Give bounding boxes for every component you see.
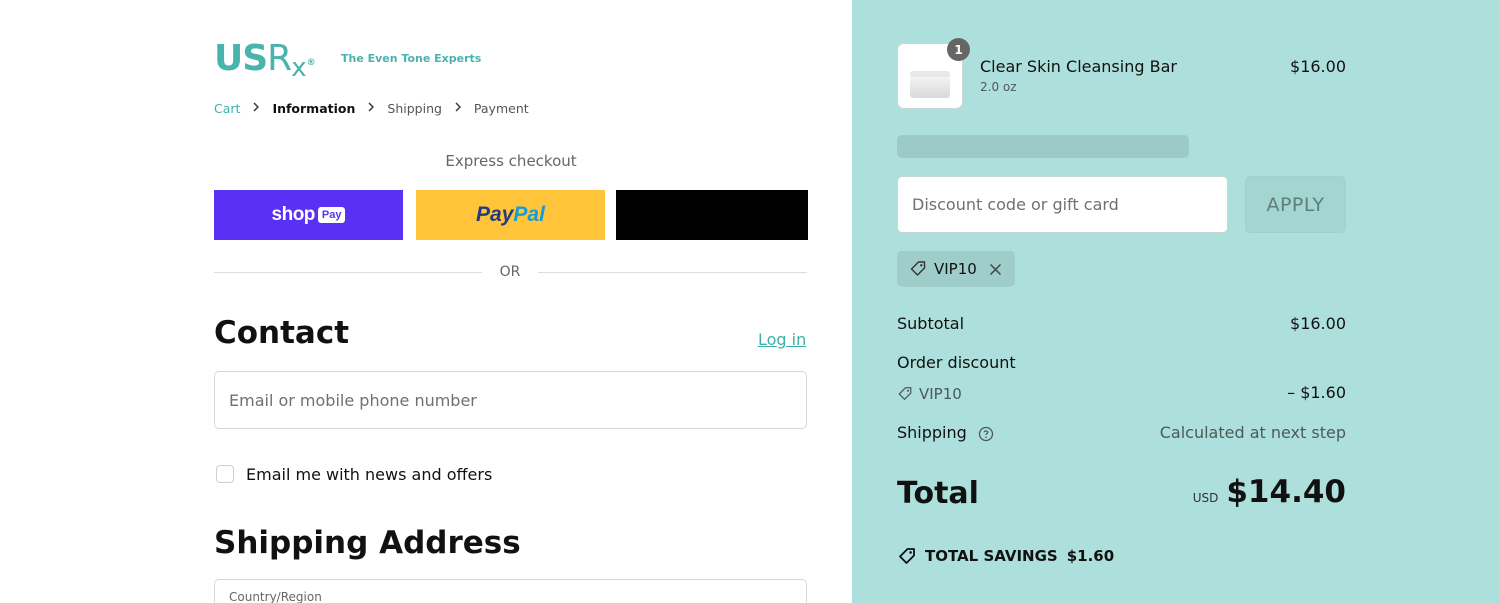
total-value-group: USD $14.40	[1193, 474, 1346, 510]
applied-discount-code: VIP10	[934, 260, 977, 278]
product-variant: 2.0 oz	[980, 80, 1017, 94]
total-label: Total	[897, 476, 979, 511]
chevron-right-icon	[367, 101, 375, 116]
order-discount-value: – $1.60	[1287, 383, 1346, 402]
newsletter-checkbox[interactable]	[216, 465, 234, 483]
checkout-main-column	[0, 0, 852, 603]
chevron-right-icon	[252, 101, 260, 116]
order-discount-label: Order discount	[897, 353, 1016, 372]
brand-tagline: The Even Tone Experts	[341, 52, 482, 65]
logo-registered-mark: ®	[306, 58, 316, 68]
shop-pay-word: shop	[271, 204, 316, 225]
breadcrumb-shipping: Shipping	[387, 101, 442, 116]
breadcrumb: Cart Information Shipping Payment	[214, 101, 529, 116]
total-savings-label: TOTAL SAVINGS	[925, 547, 1058, 565]
subtotal-value: $16.00	[1290, 314, 1346, 333]
loading-placeholder-bar	[897, 135, 1189, 158]
product-jar-image	[910, 71, 950, 98]
shipping-label: Shipping	[897, 423, 967, 442]
express-checkout-label: Express checkout	[445, 152, 577, 170]
close-icon[interactable]	[989, 263, 1002, 276]
applied-discount-chip: VIP10	[897, 251, 1015, 287]
contact-heading: Contact	[214, 315, 350, 351]
paypal-word-pal: Pal	[513, 203, 545, 226]
order-discount-code: VIP10	[919, 385, 962, 403]
product-price: $16.00	[1290, 57, 1346, 76]
total-currency: USD	[1192, 491, 1219, 505]
logo-x: x	[291, 53, 306, 83]
breadcrumb-payment: Payment	[473, 101, 529, 116]
country-select[interactable]: Country/Region	[214, 579, 807, 603]
shop-pay-chip: Pay	[317, 207, 346, 223]
divider-line-left	[214, 272, 482, 273]
total-savings-value: $1.60	[1066, 547, 1115, 565]
chevron-right-icon	[454, 101, 462, 116]
divider-line-right	[538, 272, 807, 273]
quantity-badge: 1	[947, 38, 970, 61]
shipping-address-heading: Shipping Address	[214, 525, 521, 561]
savings-tag-icon	[897, 546, 917, 566]
product-name: Clear Skin Cleansing Bar	[980, 57, 1177, 76]
newsletter-label[interactable]: Email me with news and offers	[246, 465, 492, 484]
breadcrumb-cart[interactable]: Cart	[214, 101, 240, 116]
apply-discount-button[interactable]: APPLY	[1245, 176, 1346, 233]
tag-icon	[909, 260, 927, 278]
login-link[interactable]: Log in	[758, 330, 806, 349]
discount-code-field[interactable]	[897, 176, 1228, 233]
order-discount-code-row: VIP10	[897, 385, 962, 403]
country-label: Country/Region	[229, 590, 322, 603]
help-circle-icon[interactable]	[978, 426, 994, 442]
brand-logo[interactable]: USRx®	[214, 38, 316, 84]
email-field[interactable]	[214, 371, 807, 429]
total-amount: $14.40	[1226, 474, 1346, 510]
logo-wordmark: USRx®	[214, 38, 316, 84]
subtotal-label: Subtotal	[897, 314, 965, 333]
express-pay-button[interactable]	[616, 190, 808, 240]
shipping-row-label: Shipping	[897, 423, 994, 442]
breadcrumb-information: Information	[272, 101, 356, 116]
or-divider-text: OR	[499, 264, 521, 280]
paypal-word-pay: Pay	[476, 203, 514, 226]
logo-us: US	[214, 38, 268, 79]
shop-pay-button[interactable]: shop Pay	[214, 190, 403, 240]
shipping-value: Calculated at next step	[1159, 423, 1346, 442]
logo-r: R	[267, 38, 292, 79]
total-savings: TOTAL SAVINGS $1.60	[897, 546, 1114, 566]
tag-icon	[897, 386, 913, 402]
paypal-button[interactable]: Pay Pal	[416, 190, 605, 240]
